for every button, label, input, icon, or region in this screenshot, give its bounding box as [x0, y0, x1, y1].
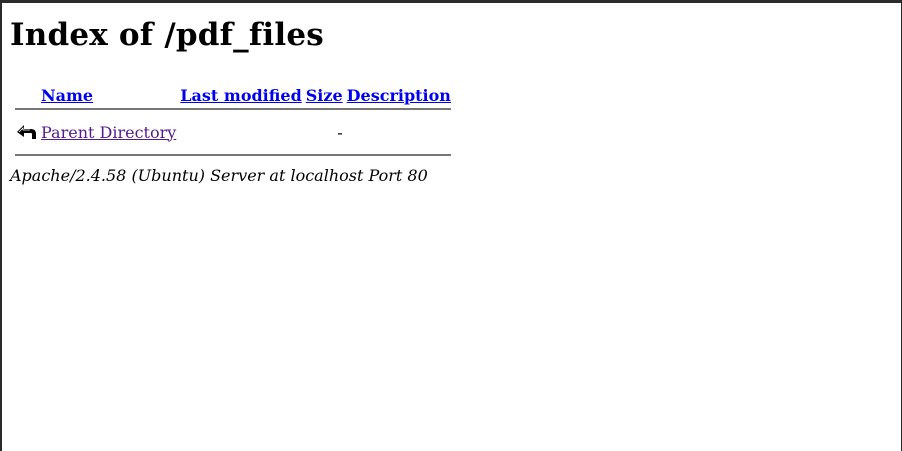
window-top-border	[0, 0, 902, 3]
horizontal-rule	[15, 154, 451, 156]
page-title: Index of /pdf_files	[10, 17, 324, 53]
table-header-row: Name Last modified Size Description	[15, 84, 451, 106]
header-description: Description	[347, 84, 451, 106]
row-last-modified-cell	[180, 112, 301, 152]
sort-by-last-modified-link[interactable]: Last modified	[180, 86, 301, 105]
header-name: Name	[41, 84, 176, 106]
row-icon-cell	[15, 112, 37, 152]
horizontal-rule	[15, 108, 451, 110]
sort-by-description-link[interactable]: Description	[347, 86, 451, 105]
window-left-border	[0, 0, 2, 451]
sort-by-name-link[interactable]: Name	[41, 86, 93, 105]
row-name-cell: Parent Directory	[41, 112, 176, 152]
header-last-modified: Last modified	[180, 84, 301, 106]
back-arrow-icon	[15, 122, 37, 142]
row-size-cell: -	[337, 122, 343, 142]
header-icon-cell	[15, 84, 37, 106]
sort-by-size-link[interactable]: Size	[306, 86, 343, 105]
directory-listing-table: Name Last modified Size Description Pare…	[11, 82, 455, 158]
header-size: Size	[306, 84, 343, 106]
parent-directory-link[interactable]: Parent Directory	[41, 123, 176, 142]
footer-divider-row	[15, 154, 451, 156]
server-signature: Apache/2.4.58 (Ubuntu) Server at localho…	[10, 166, 428, 185]
table-row: Parent Directory -	[15, 112, 451, 152]
page-content: Index of /pdf_files Name Last modified S…	[10, 15, 455, 185]
row-description-cell	[347, 112, 451, 152]
header-divider-row	[15, 108, 451, 110]
